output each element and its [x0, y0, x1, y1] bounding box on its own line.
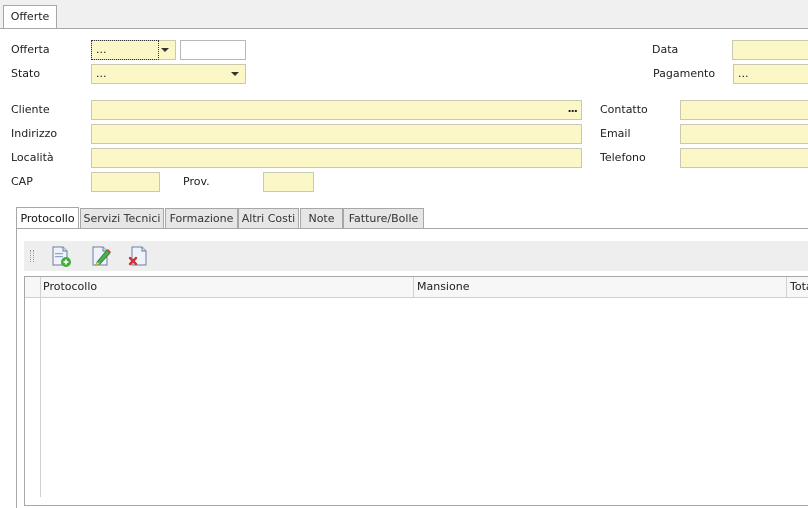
- pagamento-label: Pagamento: [653, 67, 716, 80]
- contatto-field[interactable]: [680, 100, 808, 120]
- delete-button[interactable]: [127, 244, 151, 268]
- lookup-ellipsis-button[interactable]: ...: [567, 102, 578, 115]
- cliente-label: Cliente: [11, 103, 50, 116]
- contatto-label: Contatto: [600, 103, 648, 116]
- edit-document-icon: [92, 246, 111, 266]
- chevron-down-icon[interactable]: [231, 72, 239, 76]
- offerta-label: Offerta: [11, 43, 50, 56]
- tab-offerte[interactable]: Offerte: [3, 5, 57, 28]
- tab-fatture-bolle[interactable]: Fatture/Bolle: [343, 208, 424, 229]
- document-tab-strip: [0, 0, 808, 29]
- pagamento-value: ...: [738, 67, 749, 80]
- stato-label: Stato: [11, 67, 41, 80]
- cliente-field[interactable]: ...: [91, 100, 582, 120]
- row-indicator-column: [25, 277, 41, 497]
- protocol-grid[interactable]: [24, 276, 808, 506]
- cap-label: CAP: [11, 175, 33, 188]
- stato-select[interactable]: ...: [91, 64, 246, 84]
- pagamento-select[interactable]: ...: [733, 64, 808, 84]
- email-label: Email: [600, 127, 631, 140]
- data-label: Data: [652, 43, 679, 56]
- tab-servizi-tecnici[interactable]: Servizi Tecnici: [80, 208, 164, 229]
- email-field[interactable]: [680, 124, 808, 144]
- delete-document-icon: [128, 246, 147, 266]
- prov-label: Prov.: [183, 175, 210, 188]
- telefono-label: Telefono: [600, 151, 646, 164]
- telefono-field[interactable]: [680, 148, 808, 168]
- edit-button[interactable]: [89, 244, 113, 268]
- stato-value: ...: [96, 67, 107, 80]
- column-header-totale[interactable]: Tota: [787, 277, 808, 297]
- localita-label: Località: [11, 151, 54, 164]
- tab-protocollo[interactable]: Protocollo: [16, 207, 79, 229]
- tab-note[interactable]: Note: [300, 208, 343, 229]
- column-header-protocollo[interactable]: Protocollo: [40, 277, 414, 297]
- prov-field[interactable]: [263, 172, 314, 192]
- column-header-mansione[interactable]: Mansione: [414, 277, 787, 297]
- offerta-number-field[interactable]: [180, 40, 246, 60]
- tab-formazione[interactable]: Formazione: [165, 208, 238, 229]
- data-field[interactable]: [732, 40, 808, 60]
- focus-indicator: [91, 40, 159, 60]
- toolbar-grip[interactable]: [30, 250, 34, 262]
- indirizzo-label: Indirizzo: [11, 127, 58, 140]
- cap-field[interactable]: [91, 172, 160, 192]
- indirizzo-field[interactable]: [91, 124, 582, 144]
- chevron-down-icon[interactable]: [161, 48, 169, 52]
- add-document-icon: [52, 246, 71, 267]
- add-button[interactable]: [49, 244, 73, 268]
- tab-altri-costi[interactable]: Altri Costi: [238, 208, 299, 229]
- localita-field[interactable]: [91, 148, 582, 168]
